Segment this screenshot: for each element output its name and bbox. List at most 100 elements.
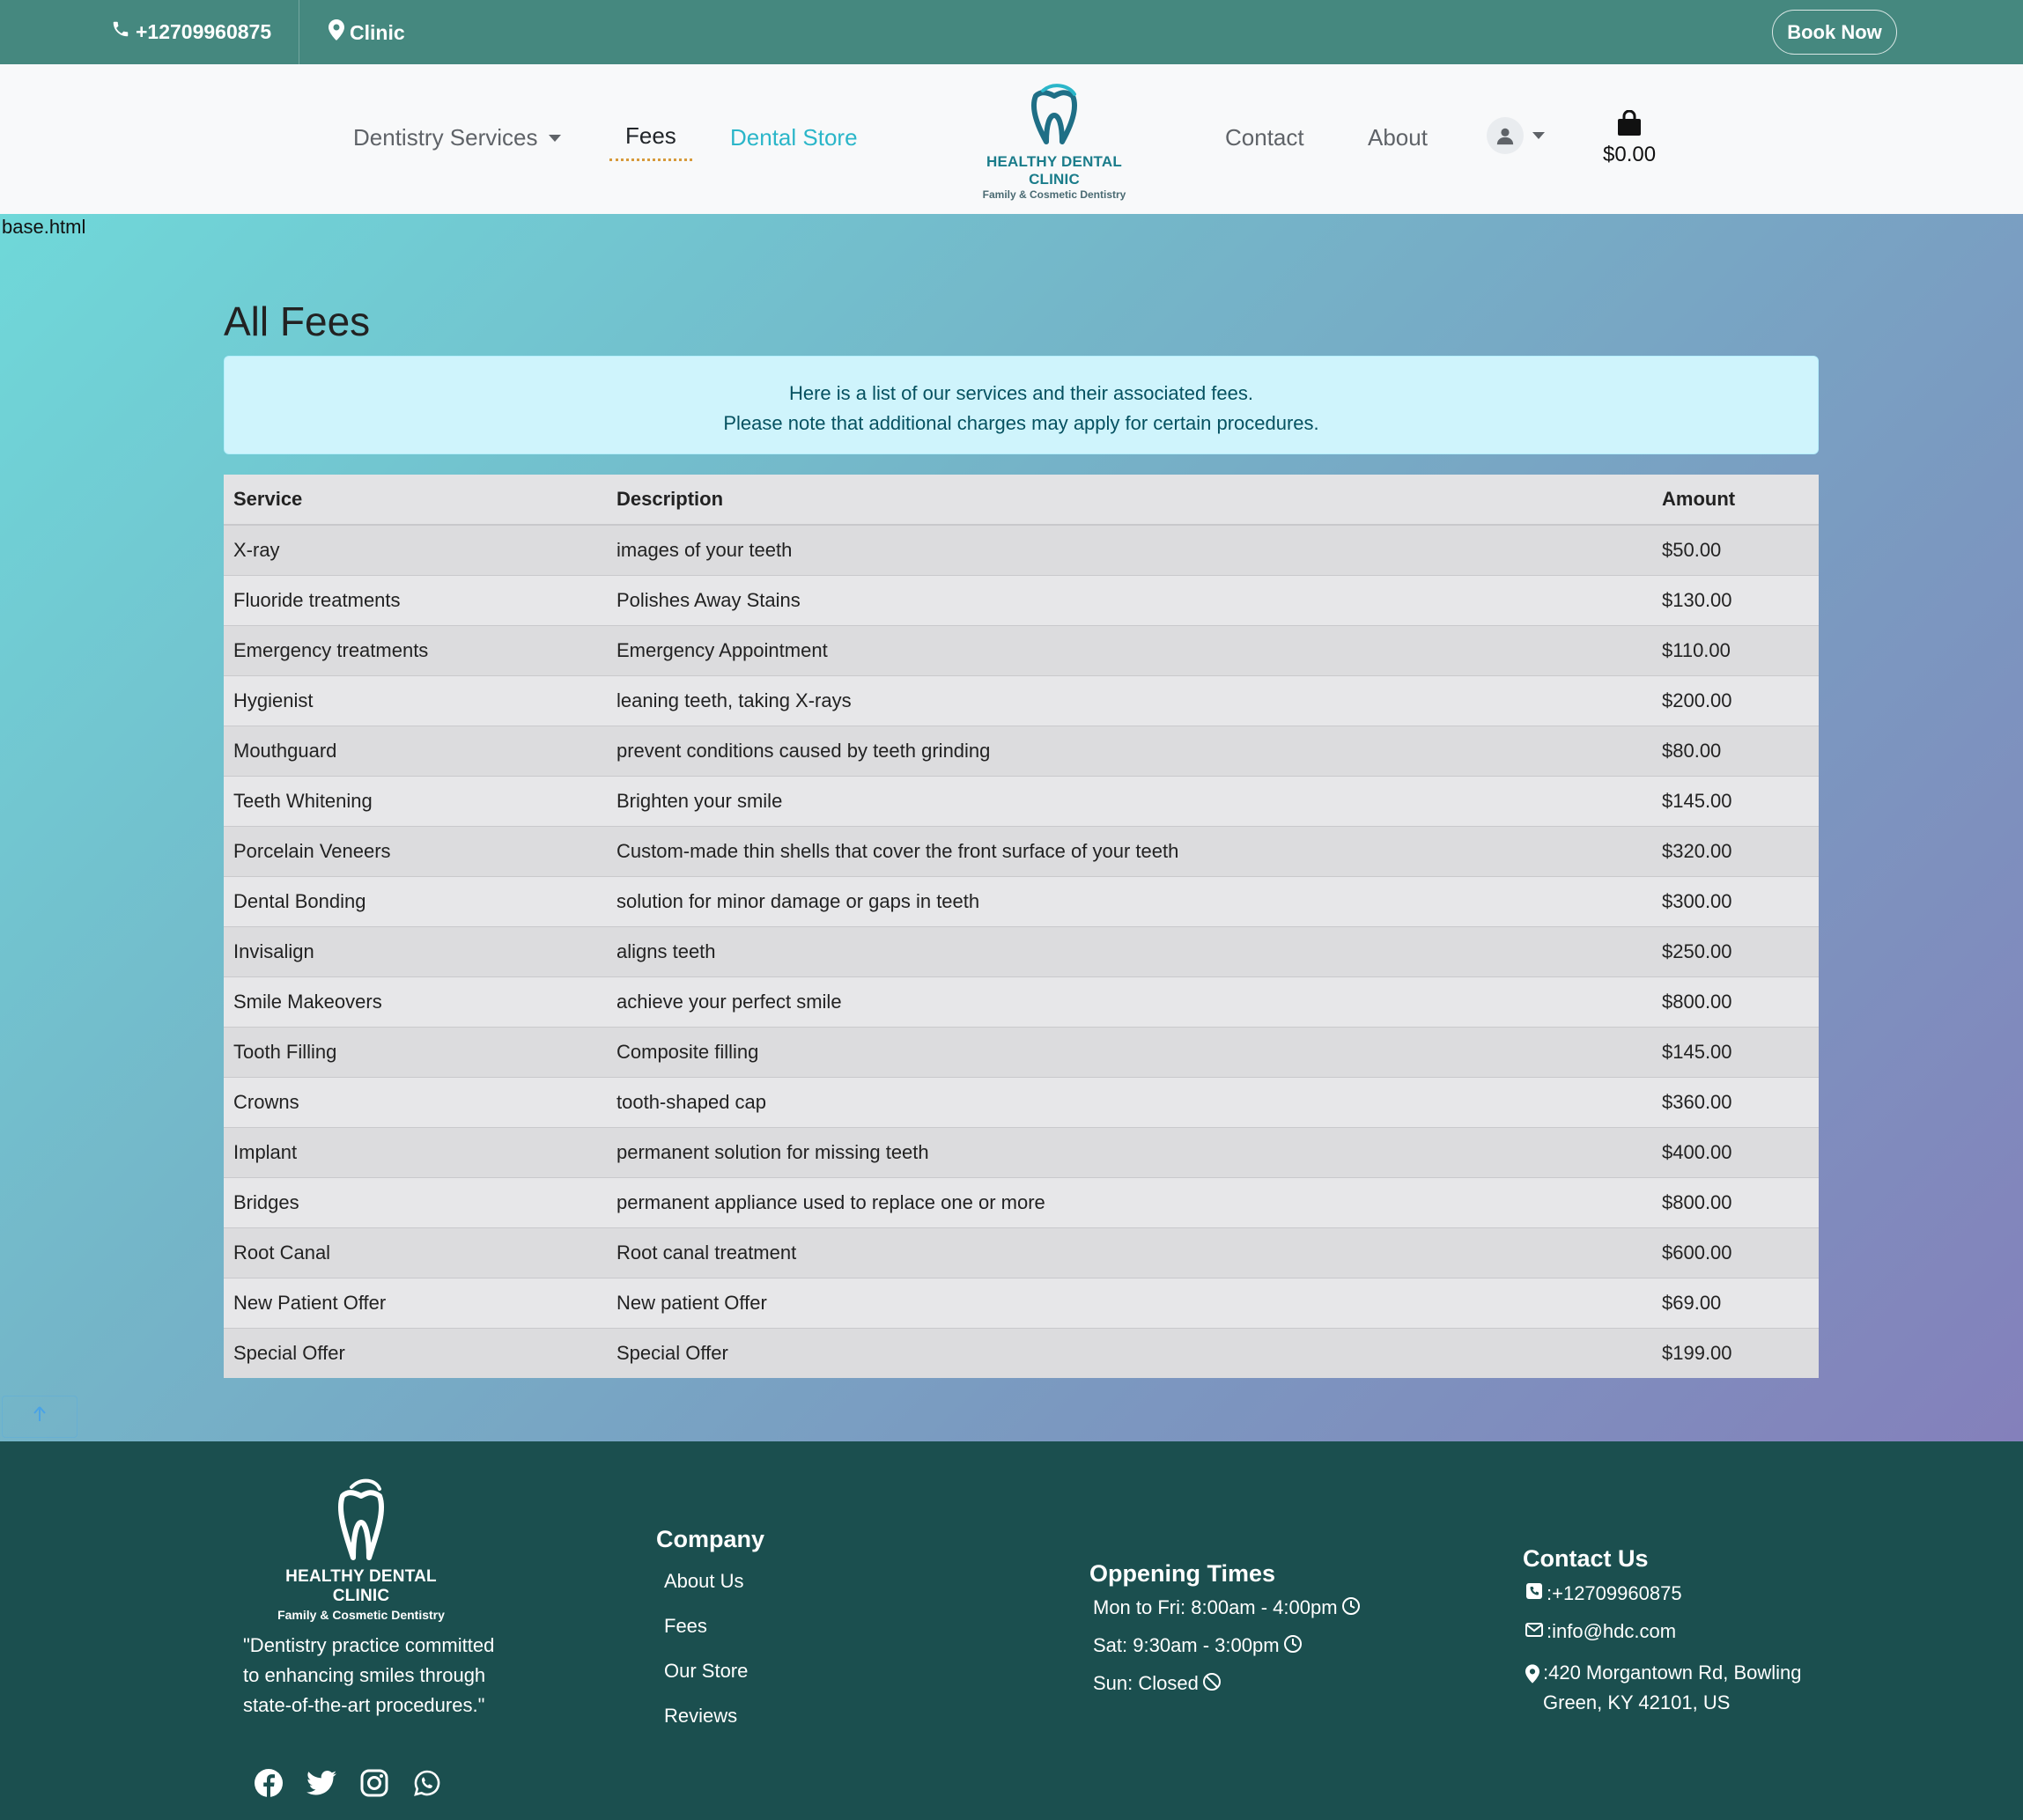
logo-name: HEALTHY DENTAL CLINIC [986,153,1122,188]
cell-service: Tooth Filling [224,1027,607,1078]
footer-contact-phone[interactable]: :+12709960875 [1525,1582,1825,1605]
book-now-button[interactable]: Book Now [1772,10,1897,55]
footer-email-text: :info@hdc.com [1547,1620,1677,1642]
footer-link-our-store[interactable]: Our Store [664,1660,748,1705]
footer-link-reviews[interactable]: Reviews [664,1705,748,1750]
hours-saturday-text: Sat: 9:30am - 3:00pm [1093,1634,1280,1656]
cell-amount: $800.00 [1652,976,1819,1028]
column-header-service: Service [224,475,607,526]
cell-description: achieve your perfect smile [607,976,1652,1028]
table-row: Bridges permanent appliance used to repla… [224,1177,1819,1228]
cell-service: Hygienist [224,675,607,726]
cell-service: Teeth Whitening [224,776,607,827]
nav-dental-store-link[interactable]: Dental Store [730,124,858,151]
hours-weekdays-text: Mon to Fri: 8:00am - 4:00pm [1093,1596,1338,1618]
footer-opening-times: Mon to Fri: 8:00am - 4:00pm Sat: 9:30am … [1093,1596,1361,1710]
cell-amount: $130.00 [1652,575,1819,626]
cell-service: Root Canal [224,1227,607,1278]
footer-company-links: About Us Fees Our Store Reviews [664,1570,748,1750]
chevron-down-icon [548,134,561,142]
cell-service: Bridges [224,1177,607,1228]
shopping-cart[interactable]: $0.00 [1603,109,1657,167]
cell-description: Special Offer [607,1328,1652,1378]
table-row: Porcelain Veneers Custom-made thin shells… [224,826,1819,877]
fees-table: Service Description Amount X-ray images o… [224,475,1819,1378]
site-logo[interactable]: HEALTHY DENTAL CLINIC Family & Cosmetic … [966,84,1142,201]
column-header-amount: Amount [1652,475,1819,526]
cell-amount: $50.00 [1652,524,1819,576]
footer-opening-times-title: Oppening Times [1089,1560,1276,1587]
alert-line-2: Please note that additional charges may … [723,412,1319,434]
cell-description: New patient Offer [607,1278,1652,1329]
template-file-label: base.html [2,216,86,238]
cell-amount: $145.00 [1652,776,1819,827]
cell-service: Special Offer [224,1328,607,1378]
footer-logo[interactable]: HEALTHY DENTAL CLINIC Family & Cosmetic … [264,1475,458,1622]
footer-link-fees[interactable]: Fees [664,1615,748,1660]
footer-contact-address: :420 Morgantown Rd, Bowling Green, KY 42… [1525,1658,1825,1718]
scroll-to-top-button[interactable] [2,1396,78,1438]
column-header-description: Description [607,475,1652,526]
cell-amount: $110.00 [1652,625,1819,676]
cell-amount: $199.00 [1652,1328,1819,1378]
hours-weekdays: Mon to Fri: 8:00am - 4:00pm [1093,1596,1361,1634]
topbar-phone-link[interactable]: +12709960875 [111,19,271,44]
nav-about-link[interactable]: About [1368,124,1428,151]
nav-fees-link[interactable]: Fees [609,122,692,161]
table-row: Implant permanent solution for missing te… [224,1127,1819,1178]
cell-service: Emergency treatments [224,625,607,676]
footer-logo-name: HEALTHY DENTAL CLINIC [285,1567,437,1605]
topbar-location-text: Clinic [350,20,405,44]
cell-description: tooth-shaped cap [607,1077,1652,1128]
map-pin-icon [1525,1658,1539,1692]
cell-service: New Patient Offer [224,1278,607,1329]
footer-contact-email[interactable]: :info@hdc.com [1525,1620,1825,1643]
cell-description: Root canal treatment [607,1227,1652,1278]
table-row: Emergency treatments Emergency Appointmen… [224,625,1819,676]
tooth-logo-icon [337,1478,385,1560]
fees-table-body: X-ray images of your teeth $50.00 Fluoride … [224,524,1819,1378]
table-row: Crowns tooth-shaped cap $360.00 [224,1077,1819,1128]
nav-dentistry-services-dropdown[interactable]: Dentistry Services [353,124,561,151]
twitter-icon[interactable] [306,1767,337,1799]
topbar-location-link[interactable]: Clinic [329,19,405,46]
footer-phone-text: :+12709960875 [1547,1582,1682,1604]
phone-icon [111,19,130,44]
chevron-down-icon [1532,132,1545,139]
whatsapp-icon[interactable] [411,1767,443,1799]
cell-description: prevent conditions caused by teeth grind… [607,726,1652,777]
cell-service: Crowns [224,1077,607,1128]
cell-amount: $600.00 [1652,1227,1819,1278]
cell-amount: $69.00 [1652,1278,1819,1329]
cart-total: $0.00 [1603,143,1657,166]
cell-service: Porcelain Veneers [224,826,607,877]
table-row: New Patient Offer New patient Offer $69.00 [224,1278,1819,1329]
topbar-phone-text: +12709960875 [136,19,272,43]
nav-contact-link[interactable]: Contact [1225,124,1304,151]
footer-link-about-us[interactable]: About Us [664,1570,748,1615]
table-row: Mouthguard prevent conditions caused by t… [224,726,1819,777]
cell-description: Custom-made thin shells that cover the f… [607,826,1652,877]
clock-icon [1283,1634,1303,1659]
nav-services-label: Dentistry Services [353,124,538,151]
cell-service: Mouthguard [224,726,607,777]
cell-description: leaning teeth, taking X-rays [607,675,1652,726]
table-row: Hygienist leaning teeth, taking X-rays $20… [224,675,1819,726]
cell-description: Emergency Appointment [607,625,1652,676]
main-content: base.html All Fees Here is a list of our… [0,214,2023,1441]
cell-amount: $400.00 [1652,1127,1819,1178]
hours-sunday: Sun: Closed [1093,1672,1361,1710]
table-row: Dental Bonding solution for minor damage … [224,876,1819,927]
footer-contact-details: :+12709960875 :info@hdc.com :420 Morgant… [1525,1582,1825,1733]
facebook-icon[interactable] [253,1767,284,1799]
page-title: All Fees [224,298,371,344]
user-account-dropdown[interactable] [1487,117,1545,154]
hours-saturday: Sat: 9:30am - 3:00pm [1093,1634,1361,1672]
closed-ban-icon [1202,1672,1222,1697]
table-row: Teeth Whitening Brighten your smile $145.0… [224,776,1819,827]
table-row: Tooth Filling Composite filling $145.00 [224,1027,1819,1078]
instagram-icon[interactable] [358,1767,390,1799]
phone-square-icon [1525,1582,1543,1605]
cell-amount: $320.00 [1652,826,1819,877]
logo-tagline: Family & Cosmetic Dentistry [982,188,1126,201]
